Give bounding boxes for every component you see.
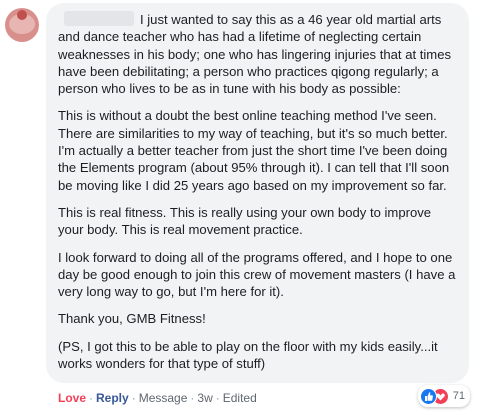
comment-paragraph: I just wanted to say this as a 46 year o… [58, 11, 457, 97]
separator: · [190, 391, 195, 405]
reaction-count: 71 [452, 390, 465, 402]
message-button[interactable]: Message [139, 391, 188, 405]
timestamp-link[interactable]: 3w [197, 391, 212, 405]
comment-bubble: I just wanted to say this as a 46 year o… [46, 3, 469, 383]
comment-paragraph: This is without a doubt the best online … [58, 108, 450, 193]
separator: · [131, 391, 136, 405]
comment-paragraph: I look forward to doing all of the progr… [58, 249, 456, 300]
separator: · [215, 391, 220, 405]
separator: · [89, 391, 94, 405]
comment-paragraph: Thank you, GMB Fitness! [58, 311, 206, 327]
comment-body: I just wanted to say this as a 46 year o… [58, 11, 457, 372]
reply-button[interactable]: Reply [96, 391, 129, 405]
comment-paragraph: (PS, I got this to be able to play on th… [58, 338, 438, 372]
reactions-summary[interactable]: 71 [417, 385, 470, 407]
commenter-avatar[interactable] [5, 8, 39, 42]
edited-label[interactable]: Edited [223, 391, 257, 405]
comment-paragraph: This is real fitness. This is really usi… [58, 204, 432, 238]
like-icon [419, 387, 437, 405]
comment-actions: Love · Reply · Message · 3w · Edited [58, 391, 257, 405]
commenter-name-redacted[interactable] [64, 11, 134, 26]
love-button[interactable]: Love [58, 391, 86, 405]
